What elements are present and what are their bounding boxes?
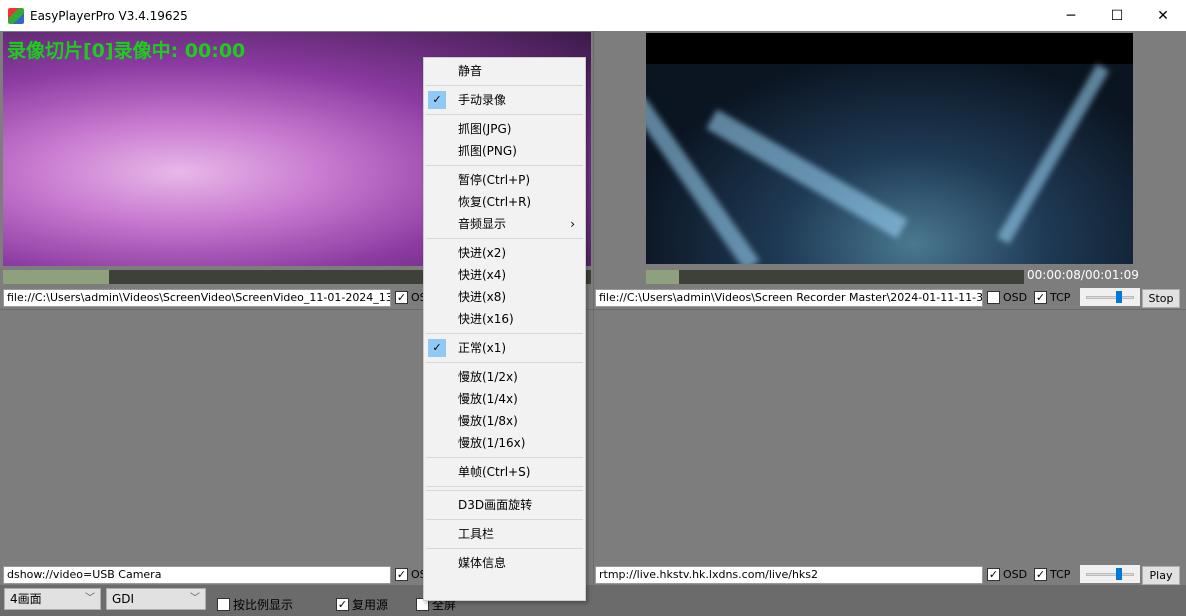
menu-item[interactable]: 慢放(1/4x) [424, 388, 585, 410]
menu-separator [426, 362, 583, 363]
menu-item[interactable]: 暂停(Ctrl+P) [424, 169, 585, 191]
playback-time: 00:00:08/00:01:09 [1027, 268, 1139, 282]
menu-item[interactable]: 慢放(1/2x) [424, 366, 585, 388]
checkbox-box[interactable]: ✓ [1034, 291, 1047, 304]
tcp-checkbox-4[interactable]: ✓ TCP [1034, 568, 1070, 581]
play-button[interactable]: Play [1142, 566, 1180, 585]
menu-item-label: 慢放(1/2x) [458, 370, 518, 384]
checkbox-box[interactable]: ✓ [395, 291, 408, 304]
menu-item[interactable]: 慢放(1/16x) [424, 432, 585, 454]
url-input-3[interactable]: dshow://video=USB Camera [3, 566, 391, 584]
menu-item[interactable]: 抓图(JPG) [424, 118, 585, 140]
menu-item[interactable]: 快进(x16) [424, 308, 585, 330]
menu-item[interactable]: 单帧(Ctrl+S) [424, 461, 585, 483]
menu-separator [426, 114, 583, 115]
checkbox-box[interactable]: ✓ [395, 568, 408, 581]
menu-item-label: D3D画面旋转 [458, 498, 533, 512]
minimize-button[interactable]: ─ [1048, 0, 1094, 31]
context-menu: 静音 ✓ 手动录像抓图(JPG) 抓图(PNG) 暂停(Ctrl+P) 恢复(Ctrl+R… [423, 57, 586, 601]
menu-item[interactable]: ✓ 手动录像 [424, 89, 585, 111]
recording-osd: 录像切片[0]录像中: 00:00 [7, 40, 246, 62]
volume-slider-2[interactable] [1080, 288, 1140, 306]
menu-item-label: 正常(x1) [458, 341, 507, 355]
menu-item-label: 快进(x16) [458, 312, 514, 326]
menu-item-label: 静音 [458, 64, 483, 78]
menu-separator [426, 238, 583, 239]
menu-separator [426, 519, 583, 520]
url-input-2[interactable]: file://C:\Users\admin\Videos\Screen Reco… [595, 289, 983, 307]
menu-separator [426, 486, 583, 487]
menu-item[interactable]: 慢放(1/8x) [424, 410, 585, 432]
volume-slider-4[interactable] [1080, 565, 1140, 583]
menu-item-label: 快进(x8) [458, 290, 507, 304]
menu-item-label: 暂停(Ctrl+P) [458, 173, 531, 187]
menu-item[interactable]: 快进(x4) [424, 264, 585, 286]
checkbox-box[interactable]: ✓ [336, 598, 349, 611]
menu-item[interactable]: 快进(x2) [424, 242, 585, 264]
renderer-select[interactable]: GDI ﹀ [106, 588, 206, 610]
maximize-button[interactable]: ☐ [1094, 0, 1140, 31]
menu-item-label: 快进(x4) [458, 268, 507, 282]
chevron-right-icon: › [570, 217, 575, 231]
video-frame-2[interactable] [646, 33, 1133, 264]
menu-item-label: 抓图(JPG) [458, 122, 512, 136]
tcp-checkbox-2[interactable]: ✓ TCP [1034, 291, 1070, 304]
menu-item-label: 媒体信息 [458, 556, 507, 570]
menu-item[interactable]: 静音 [424, 60, 585, 82]
osd-checkbox-2[interactable]: OSD [987, 291, 1027, 304]
chevron-down-icon: ﹀ [85, 593, 95, 604]
layout-select[interactable]: 4画面 ﹀ [4, 588, 101, 610]
menu-item[interactable]: 工具栏 [424, 523, 585, 545]
menu-item-label: 手动录像 [458, 93, 507, 107]
url-input-4[interactable]: rtmp://live.hkstv.hk.lxdns.com/live/hks2 [595, 566, 983, 584]
close-button[interactable]: ✕ [1140, 0, 1186, 31]
menu-separator [426, 457, 583, 458]
check-icon: ✓ [428, 339, 446, 357]
menu-separator [426, 548, 583, 549]
menu-item-label: 慢放(1/4x) [458, 392, 518, 406]
chevron-down-icon: ﹀ [190, 593, 200, 604]
video-panel-4[interactable] [594, 310, 1186, 585]
stop-button[interactable]: Stop [1142, 289, 1180, 308]
progress-bar-2[interactable] [646, 270, 1024, 284]
app-icon [8, 7, 24, 24]
menu-separator [426, 85, 583, 86]
check-icon: ✓ [428, 91, 446, 109]
checkbox-box[interactable] [217, 598, 230, 611]
menu-item[interactable]: 音频显示 › [424, 213, 585, 235]
menu-item-label: 单帧(Ctrl+S) [458, 465, 531, 479]
title-bar: EasyPlayerPro V3.4.19625 ─ ☐ ✕ [0, 0, 1186, 31]
menu-item-label: 慢放(1/8x) [458, 414, 518, 428]
menu-item[interactable]: 媒体信息 [424, 552, 585, 574]
menu-separator [426, 490, 583, 491]
menu-item[interactable]: 抓图(PNG) [424, 140, 585, 162]
menu-item-label: 慢放(1/16x) [458, 436, 526, 450]
checkbox-box[interactable]: ✓ [1034, 568, 1047, 581]
menu-item-label: 音频显示 [458, 217, 507, 231]
menu-item[interactable]: ✓ 正常(x1) [424, 337, 585, 359]
menu-separator [426, 165, 583, 166]
menu-separator [426, 333, 583, 334]
keep-ratio-checkbox[interactable]: 按比例显示 [217, 596, 293, 613]
menu-item-label: 快进(x2) [458, 246, 507, 260]
osd-checkbox-4[interactable]: ✓ OSD [987, 568, 1027, 581]
reuse-source-checkbox[interactable]: ✓ 复用源 [336, 596, 388, 613]
menu-item-label: 恢复(Ctrl+R) [458, 195, 532, 209]
menu-item-label: 工具栏 [458, 527, 495, 541]
window-title: EasyPlayerPro V3.4.19625 [30, 8, 188, 23]
url-input-1[interactable]: file://C:\Users\admin\Videos\ScreenVideo… [3, 289, 391, 307]
menu-item[interactable]: 快进(x8) [424, 286, 585, 308]
menu-item-label: 抓图(PNG) [458, 144, 517, 158]
menu-item[interactable]: D3D画面旋转 [424, 494, 585, 516]
checkbox-box[interactable]: ✓ [987, 568, 1000, 581]
checkbox-box[interactable] [987, 291, 1000, 304]
menu-item[interactable]: 恢复(Ctrl+R) [424, 191, 585, 213]
